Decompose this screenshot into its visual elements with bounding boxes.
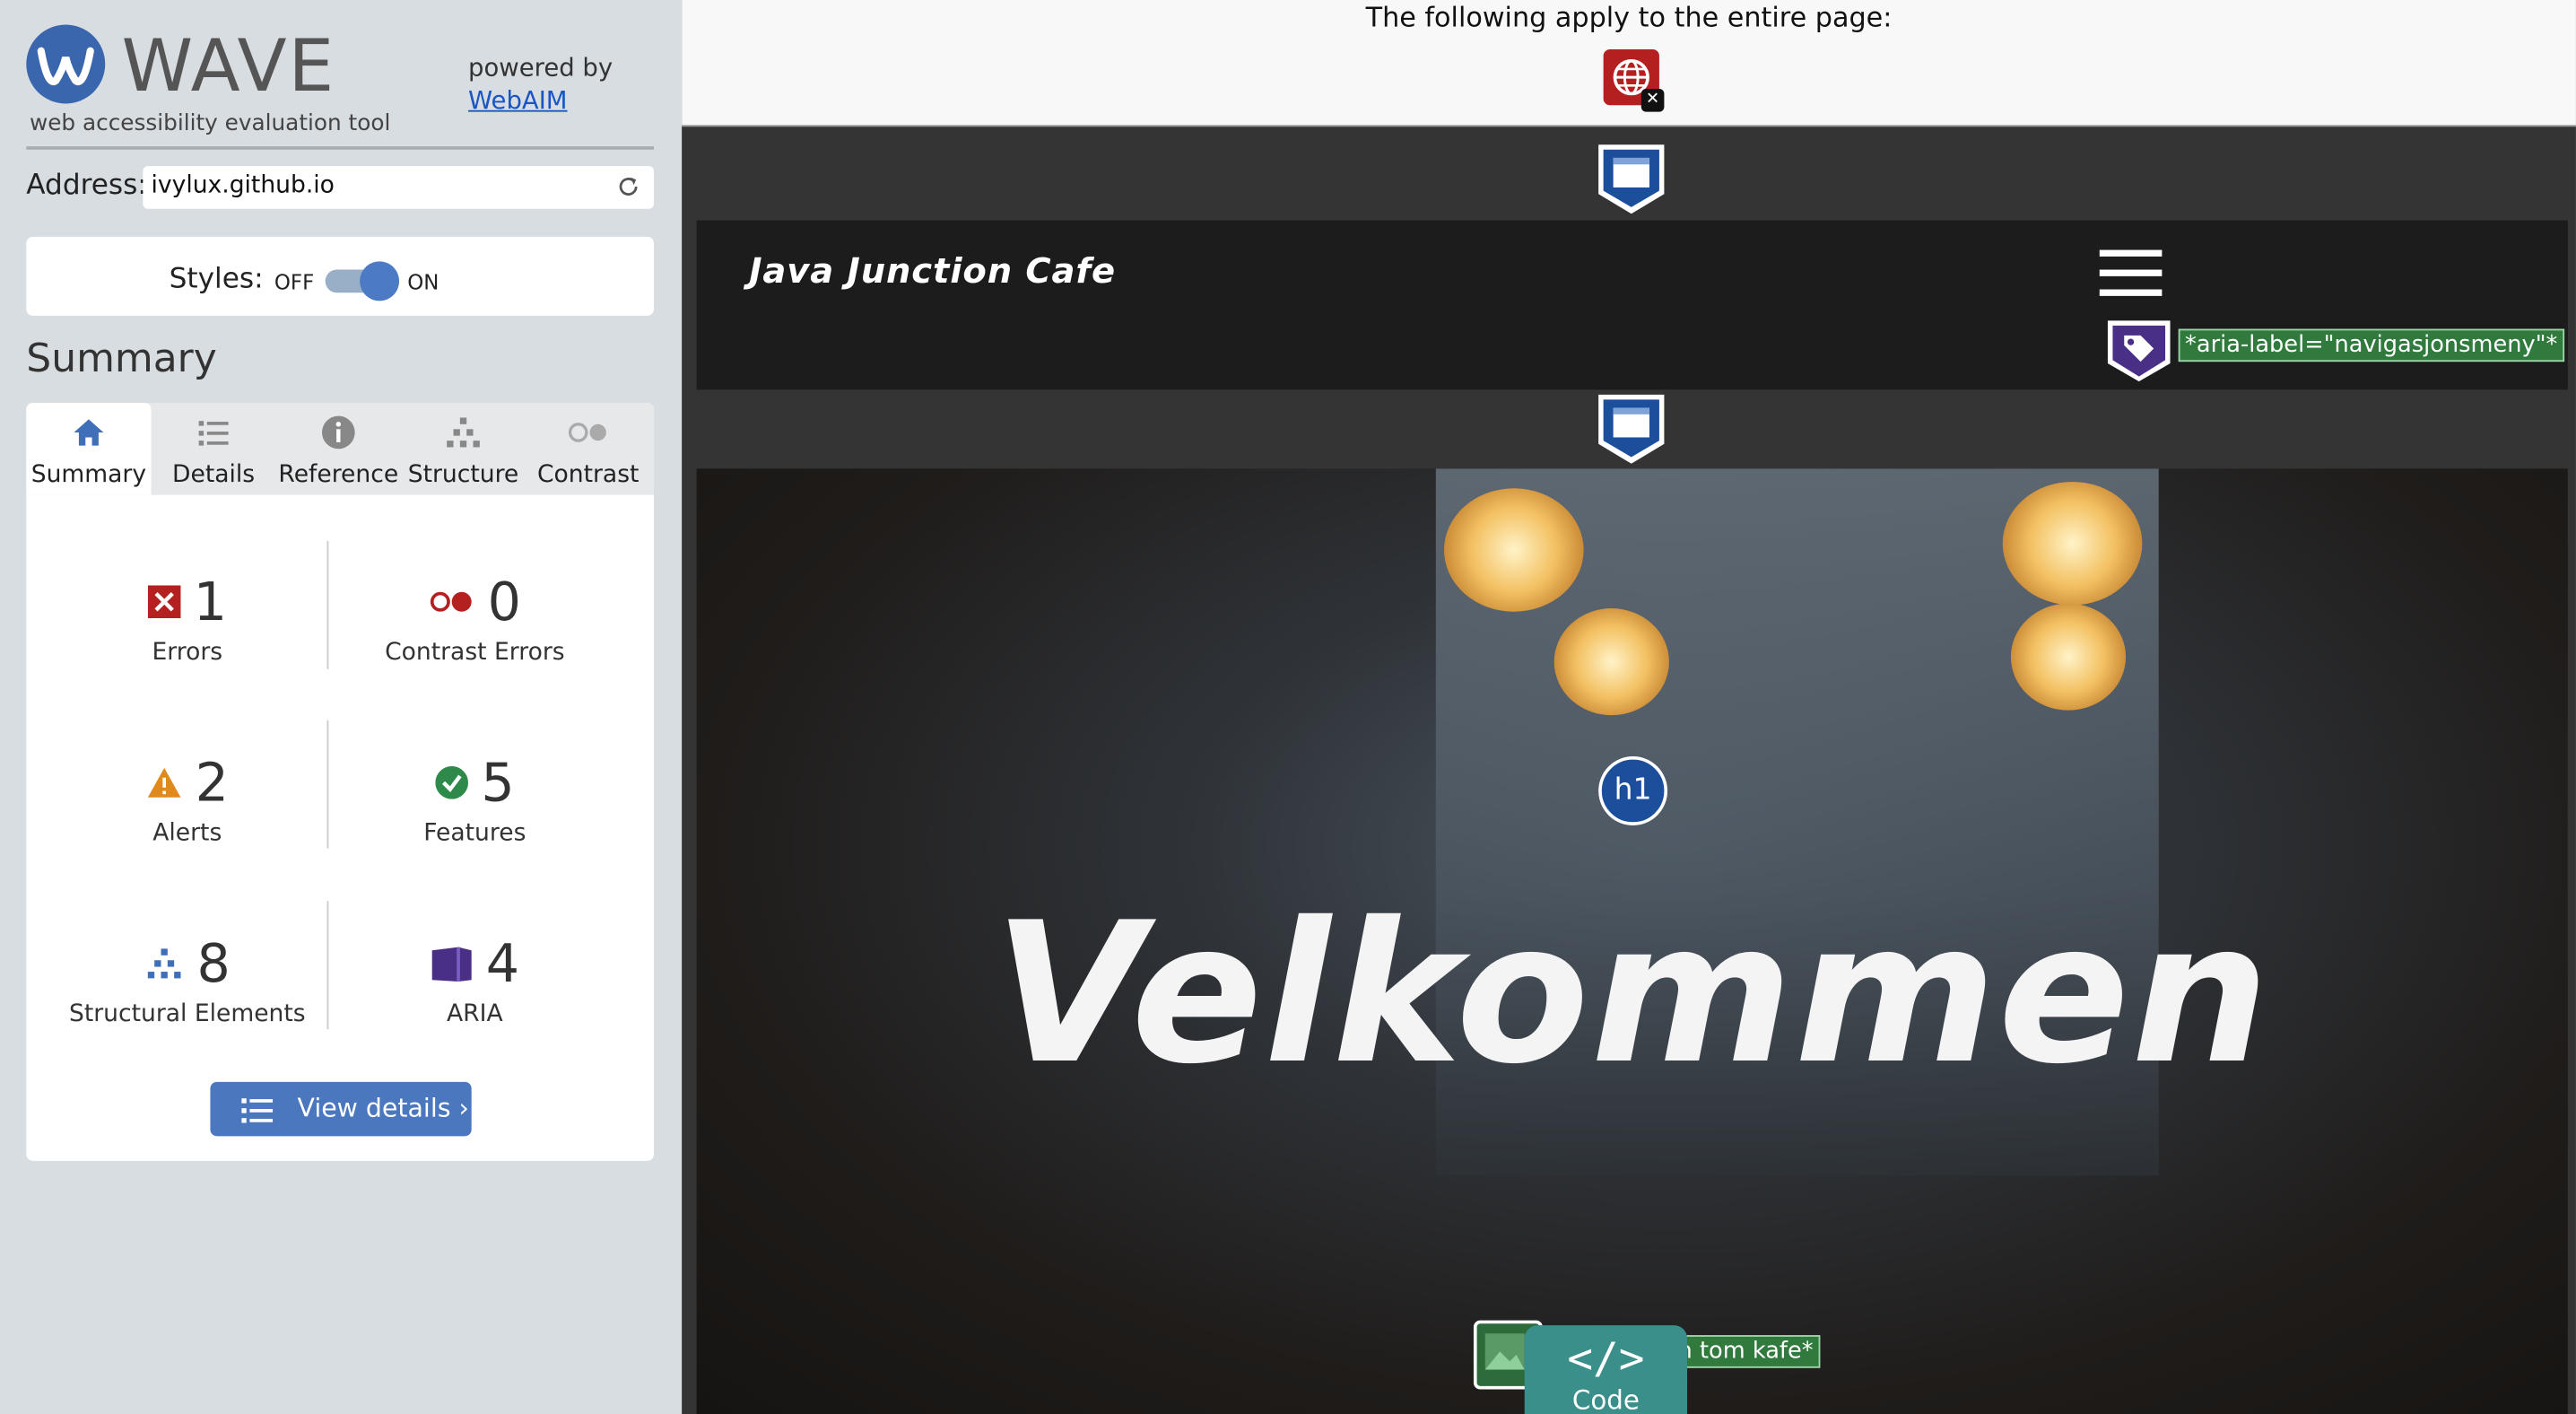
alert-icon xyxy=(147,767,181,798)
styles-toggle-card: Styles: OFF ON xyxy=(26,236,654,316)
tab-structure[interactable]: Structure xyxy=(401,403,526,495)
features-stat[interactable]: 5 Features xyxy=(334,751,616,846)
tab-details[interactable]: Details xyxy=(152,403,276,495)
site-navbar: Java Junction Cafe xyxy=(696,220,2568,390)
contrast-error-icon xyxy=(430,591,472,612)
site-brand[interactable]: Java Junction Cafe xyxy=(749,251,1116,291)
app-name: WAVE xyxy=(121,24,336,109)
code-label: Code xyxy=(1571,1384,1640,1414)
tab-contrast[interactable]: Contrast xyxy=(526,403,650,495)
features-label: Features xyxy=(423,820,527,847)
header-region-icon[interactable] xyxy=(1595,142,1667,214)
aria-label-text: *aria-label="navigasjonsmeny"* xyxy=(2178,328,2564,362)
tab-label: Contrast xyxy=(536,461,640,489)
view-details-label: View details › xyxy=(297,1093,469,1123)
code-icon: </> xyxy=(1567,1335,1645,1385)
stat-divider xyxy=(326,720,329,849)
aria-label: ARIA xyxy=(446,1001,503,1028)
contrast-errors-stat[interactable]: 0 Contrast Errors xyxy=(334,571,616,666)
close-icon: ✕ xyxy=(1640,88,1665,112)
hamburger-menu-icon[interactable] xyxy=(2099,249,2163,296)
aria-count: 4 xyxy=(485,932,520,995)
address-label: Address: xyxy=(26,169,147,203)
feature-icon xyxy=(435,765,468,799)
powered-by-text: powered by xyxy=(468,52,614,83)
aria-icon xyxy=(431,947,472,982)
wave-logo-icon xyxy=(26,24,106,104)
lamp-shade xyxy=(1553,608,1669,716)
aria-stat[interactable]: 4 ARIA xyxy=(334,932,616,1027)
info-icon xyxy=(321,415,355,450)
panel-tabs: Summary Details Reference Structure Cont… xyxy=(26,402,654,495)
contrast-icon xyxy=(568,423,606,442)
tab-label: Details xyxy=(172,461,256,489)
app-tagline: web accessibility evaluation tool xyxy=(29,109,391,137)
tab-reference[interactable]: Reference xyxy=(276,403,401,495)
styles-toggle-knob[interactable] xyxy=(360,261,400,301)
alerts-label: Alerts xyxy=(152,820,222,847)
lamp-shade xyxy=(2002,481,2143,606)
styles-label: Styles: xyxy=(169,263,264,296)
styles-on-label: ON xyxy=(407,269,439,295)
main-region-icon[interactable] xyxy=(1595,391,1667,464)
lamp-shade xyxy=(1443,488,1584,612)
address-input[interactable]: ivylux.github.io xyxy=(143,166,654,209)
wave-sidebar: WAVE web accessibility evaluation tool p… xyxy=(0,0,683,1414)
stat-divider xyxy=(326,540,329,669)
list-icon xyxy=(241,1098,274,1123)
lamp-shade xyxy=(2010,603,2127,711)
tab-label: Summary xyxy=(30,461,147,489)
address-value[interactable]: ivylux.github.io xyxy=(152,172,335,198)
powered-by: powered by WebAIM xyxy=(468,51,613,117)
divider xyxy=(26,146,654,150)
structural-label: Structural Elements xyxy=(68,1001,306,1028)
h1-icon[interactable]: h1 xyxy=(1598,755,1668,825)
error-icon xyxy=(147,585,181,619)
errors-label: Errors xyxy=(152,639,223,667)
webaim-link[interactable]: WebAIM xyxy=(468,85,568,115)
errors-stat[interactable]: 1 Errors xyxy=(46,571,328,666)
features-count: 5 xyxy=(481,751,515,815)
structural-elements-stat[interactable]: 8 Structural Elements xyxy=(46,932,328,1027)
hero-image: Velkommen xyxy=(696,468,2568,1414)
tab-label: Structure xyxy=(407,461,519,489)
alerts-stat[interactable]: 2 Alerts xyxy=(46,751,328,847)
page-level-strip: The following apply to the entire page: … xyxy=(682,0,2576,127)
code-toggle-button[interactable]: </> Code xyxy=(1524,1325,1688,1414)
structure-icon xyxy=(147,948,181,979)
summary-heading: Summary xyxy=(26,335,217,382)
alerts-count: 2 xyxy=(195,751,229,815)
tab-label: Reference xyxy=(278,461,399,489)
home-icon xyxy=(74,419,104,446)
styles-off-label: OFF xyxy=(274,269,315,295)
errors-count: 1 xyxy=(193,570,228,633)
hierarchy-icon xyxy=(447,417,480,448)
aria-label-icon[interactable] xyxy=(2104,314,2173,383)
page-level-text: The following apply to the entire page: xyxy=(1365,1,1893,33)
list-icon xyxy=(198,421,229,446)
hero-heading: Velkommen xyxy=(993,879,2271,1107)
structural-count: 8 xyxy=(196,932,231,995)
contrast-errors-count: 0 xyxy=(487,570,521,633)
page-preview: The following apply to the entire page: … xyxy=(682,0,2576,1414)
stat-divider xyxy=(326,901,329,1030)
contrast-errors-label: Contrast Errors xyxy=(385,639,565,667)
reload-icon[interactable] xyxy=(616,174,640,198)
view-details-button[interactable]: View details › xyxy=(210,1081,472,1137)
summary-panel: Summary Details Reference Structure Cont… xyxy=(26,402,654,1161)
tab-summary[interactable]: Summary xyxy=(26,402,152,495)
